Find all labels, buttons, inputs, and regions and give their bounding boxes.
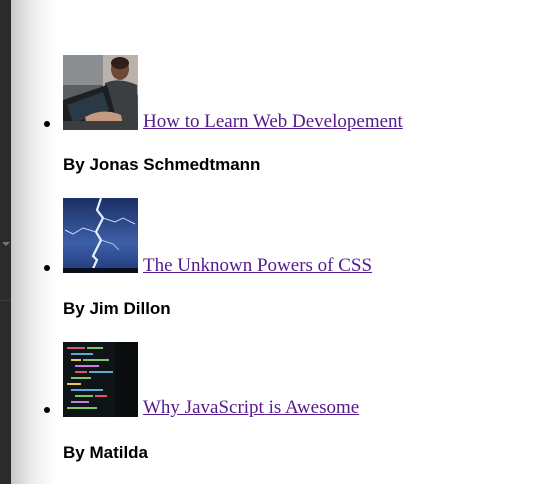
post-title-link[interactable]: Why JavaScript is Awesome (143, 397, 359, 419)
bullet-icon (44, 265, 50, 271)
coder-laptop-image (63, 55, 138, 130)
post-title-link[interactable]: How to Learn Web Developement (143, 111, 403, 133)
post-author: By Matilda (63, 443, 149, 462)
list-item: Why JavaScript is Awesome By Matilda (44, 287, 483, 467)
bullet-icon (44, 121, 50, 127)
devtools-panel-edge[interactable] (0, 0, 11, 484)
bullet-icon (44, 407, 50, 413)
page-viewport: How to Learn Web Developement By Jonas S… (0, 0, 548, 484)
lightning-image (63, 198, 138, 273)
code-screen-image (63, 342, 138, 417)
panel-collapse-arrow-icon[interactable] (2, 242, 10, 246)
post-title-link[interactable]: The Unknown Powers of CSS (143, 255, 372, 277)
panel-divider (0, 300, 11, 301)
